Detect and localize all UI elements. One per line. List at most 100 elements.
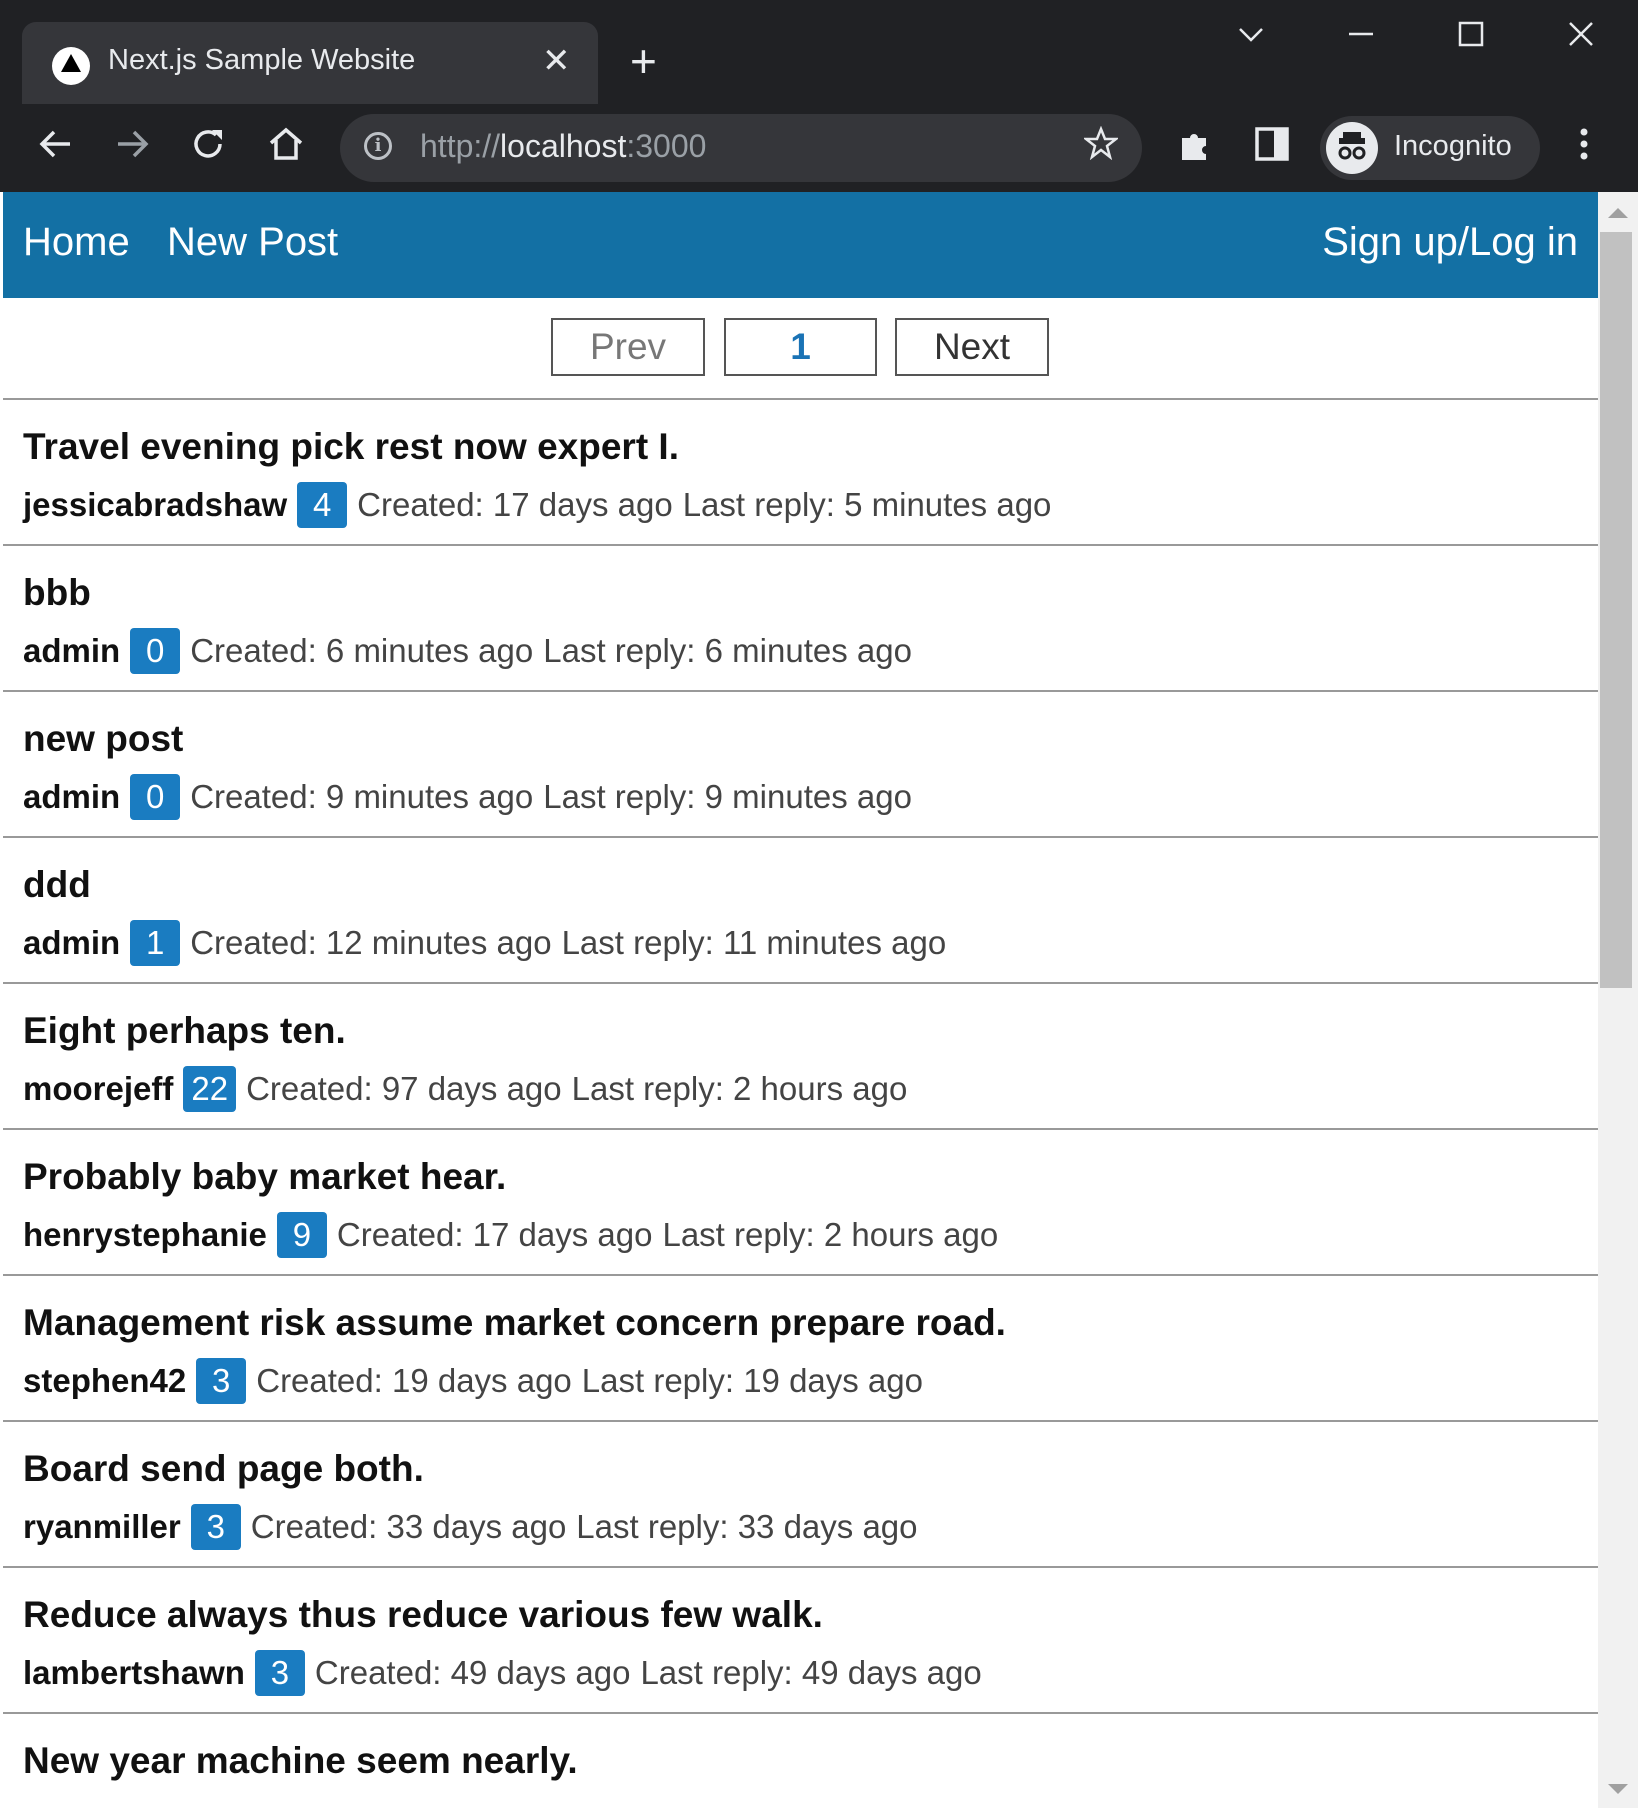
menu-icon[interactable]: [1560, 120, 1608, 168]
post-meta: admin 0 Created: 6 minutes ago Last repl…: [23, 628, 912, 674]
post-author-link[interactable]: admin: [23, 632, 120, 670]
post-author-link[interactable]: admin: [23, 924, 120, 962]
post-list: Travel evening pick rest now expert I. j…: [3, 398, 1598, 1808]
post-last-reply: Last reply: 9 minutes ago: [543, 778, 912, 815]
post-meta: admin 1 Created: 12 minutes ago Last rep…: [23, 920, 946, 966]
post-last-reply: Last reply: 33 days ago: [576, 1508, 918, 1545]
post-created: Created: 49 days ago: [314, 1654, 631, 1691]
minimize-icon[interactable]: [1346, 18, 1376, 58]
post-title-link[interactable]: Travel evening pick rest now expert I.: [23, 426, 679, 468]
post-created: Created: 6 minutes ago: [190, 632, 534, 669]
post-meta: lambertshawn 3 Created: 49 days ago Last…: [23, 1650, 982, 1696]
post-item: Board send page both. ryanmiller 3 Creat…: [3, 1420, 1598, 1566]
forward-icon[interactable]: [108, 120, 156, 168]
scroll-down-icon[interactable]: [1608, 1784, 1628, 1794]
reply-count-badge: 0: [130, 628, 181, 674]
post-meta: ryanmiller 3 Created: 33 days ago Last r…: [23, 1504, 918, 1550]
post-author-link[interactable]: henrystephanie: [23, 1216, 267, 1254]
page-viewport: Home New Post Sign up/Log in Prev 1 Next…: [3, 192, 1598, 1808]
reply-count-badge: 1: [130, 920, 181, 966]
post-created: Created: 12 minutes ago: [190, 924, 552, 961]
post-title-link[interactable]: ddd: [23, 864, 91, 906]
post-title-link[interactable]: Board send page both.: [23, 1448, 424, 1490]
post-author-link[interactable]: moorejeff: [23, 1070, 173, 1108]
scroll-up-icon[interactable]: [1608, 208, 1628, 218]
post-title-link[interactable]: Reduce always thus reduce various few wa…: [23, 1594, 823, 1636]
tab-close-icon[interactable]: ✕: [542, 44, 571, 78]
reply-count-badge: 22: [183, 1066, 237, 1112]
reply-count-badge: 3: [196, 1358, 247, 1404]
nav-home-link[interactable]: Home: [23, 220, 130, 265]
post-last-reply: Last reply: 5 minutes ago: [682, 486, 1052, 523]
info-icon[interactable]: i: [364, 132, 392, 160]
incognito-icon: [1326, 122, 1378, 174]
post-meta: moorejeff 22 Created: 97 days ago Last r…: [23, 1066, 907, 1112]
extensions-icon[interactable]: [1170, 120, 1218, 168]
post-last-reply: Last reply: 19 days ago: [581, 1362, 923, 1399]
reload-icon[interactable]: [184, 120, 232, 168]
post-item: New year machine seem nearly.: [3, 1712, 1598, 1808]
maximize-icon[interactable]: [1456, 18, 1486, 58]
post-meta: admin 0 Created: 9 minutes ago Last repl…: [23, 774, 912, 820]
post-author-link[interactable]: jessicabradshaw: [23, 486, 287, 524]
post-item: Travel evening pick rest now expert I. j…: [3, 398, 1598, 544]
post-title-link[interactable]: bbb: [23, 572, 91, 614]
post-last-reply: Last reply: 6 minutes ago: [543, 632, 912, 669]
nextjs-favicon-icon: [52, 47, 90, 85]
post-item: bbb admin 0 Created: 6 minutes ago Last …: [3, 544, 1598, 690]
profile-label: Incognito: [1394, 130, 1512, 162]
url-text[interactable]: http://localhost:3000: [420, 128, 706, 165]
browser-chrome: Next.js Sample Website ✕ + i http://loca…: [0, 0, 1638, 192]
post-created: Created: 19 days ago: [256, 1362, 572, 1399]
post-item: new post admin 0 Created: 9 minutes ago …: [3, 690, 1598, 836]
reply-count-badge: 3: [254, 1650, 305, 1696]
post-author-link[interactable]: stephen42: [23, 1362, 186, 1400]
browser-tab[interactable]: Next.js Sample Website ✕: [22, 22, 598, 104]
post-item: ddd admin 1 Created: 12 minutes ago Last…: [3, 836, 1598, 982]
pagination-prev-button[interactable]: Prev: [551, 318, 705, 376]
post-created: Created: 97 days ago: [246, 1070, 562, 1107]
tab-title: Next.js Sample Website: [108, 44, 416, 76]
post-created: Created: 9 minutes ago: [190, 778, 534, 815]
post-author-link[interactable]: admin: [23, 778, 120, 816]
post-title-link[interactable]: Eight perhaps ten.: [23, 1010, 346, 1052]
new-tab-icon[interactable]: +: [630, 38, 657, 84]
post-created: Created: 17 days ago: [336, 1216, 653, 1253]
vertical-scrollbar[interactable]: [1598, 192, 1638, 1808]
nav-new-post-link[interactable]: New Post: [167, 220, 338, 265]
post-meta: jessicabradshaw 4 Created: 17 days ago L…: [23, 482, 1051, 528]
post-author-link[interactable]: lambertshawn: [23, 1654, 245, 1692]
pagination-current-page[interactable]: 1: [724, 318, 877, 376]
post-last-reply: Last reply: 2 hours ago: [571, 1070, 908, 1107]
close-icon[interactable]: [1566, 18, 1596, 58]
incognito-profile-button[interactable]: Incognito: [1320, 116, 1540, 180]
back-icon[interactable]: [32, 120, 80, 168]
post-item: Management risk assume market concern pr…: [3, 1274, 1598, 1420]
top-navbar: Home New Post Sign up/Log in: [3, 192, 1598, 298]
pagination-next-button[interactable]: Next: [895, 318, 1049, 376]
post-title-link[interactable]: New year machine seem nearly.: [23, 1740, 578, 1782]
star-icon[interactable]: [1082, 125, 1120, 170]
post-author-link[interactable]: ryanmiller: [23, 1508, 181, 1546]
reply-count-badge: 9: [276, 1212, 327, 1258]
reply-count-badge: 4: [297, 482, 348, 528]
reply-count-badge: 3: [190, 1504, 241, 1550]
post-meta: stephen42 3 Created: 19 days ago Last re…: [23, 1358, 923, 1404]
post-last-reply: Last reply: 49 days ago: [640, 1654, 982, 1691]
post-item: Eight perhaps ten. moorejeff 22 Created:…: [3, 982, 1598, 1128]
scrollbar-thumb[interactable]: [1600, 232, 1632, 988]
post-title-link[interactable]: new post: [23, 718, 183, 760]
post-title-link[interactable]: Probably baby market hear.: [23, 1156, 506, 1198]
nav-signup-login-link[interactable]: Sign up/Log in: [1322, 220, 1578, 265]
post-item: Probably baby market hear. henrystephani…: [3, 1128, 1598, 1274]
post-title-link[interactable]: Management risk assume market concern pr…: [23, 1302, 1006, 1344]
post-last-reply: Last reply: 2 hours ago: [662, 1216, 999, 1253]
post-meta: henrystephanie 9 Created: 17 days ago La…: [23, 1212, 998, 1258]
post-last-reply: Last reply: 11 minutes ago: [561, 924, 947, 961]
address-bar[interactable]: i http://localhost:3000: [340, 114, 1142, 182]
side-panel-icon[interactable]: [1248, 120, 1296, 168]
post-created: Created: 33 days ago: [250, 1508, 567, 1545]
home-icon[interactable]: [262, 120, 310, 168]
post-created: Created: 17 days ago: [357, 486, 673, 523]
tab-search-icon[interactable]: [1236, 18, 1266, 58]
